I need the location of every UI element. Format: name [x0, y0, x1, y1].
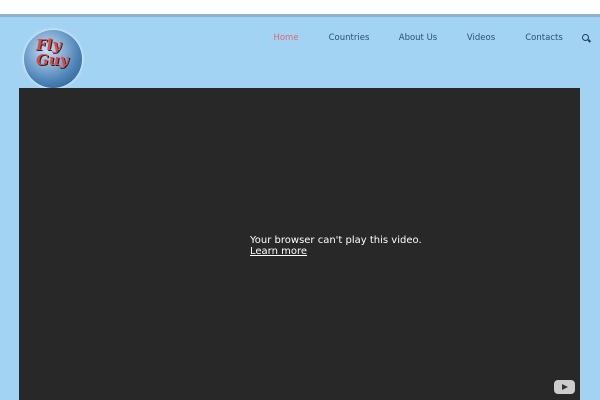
- learn-more-link[interactable]: Learn more: [250, 246, 422, 257]
- nav-about-us[interactable]: About Us: [399, 33, 437, 43]
- video-error: Your browser can't play this video. Lear…: [250, 235, 422, 257]
- search-icon[interactable]: [582, 34, 589, 41]
- nav-videos[interactable]: Videos: [467, 33, 495, 43]
- main-nav: Home Countries About Us Videos Contacts: [0, 33, 600, 45]
- nav-contacts[interactable]: Contacts: [525, 33, 563, 43]
- video-error-message: Your browser can't play this video.: [250, 235, 422, 246]
- nav-home[interactable]: Home: [273, 33, 298, 43]
- youtube-icon[interactable]: [554, 380, 575, 394]
- nav-countries[interactable]: Countries: [329, 33, 370, 43]
- video-player[interactable]: Your browser can't play this video. Lear…: [19, 88, 580, 400]
- browser-top-bar: [0, 0, 600, 17]
